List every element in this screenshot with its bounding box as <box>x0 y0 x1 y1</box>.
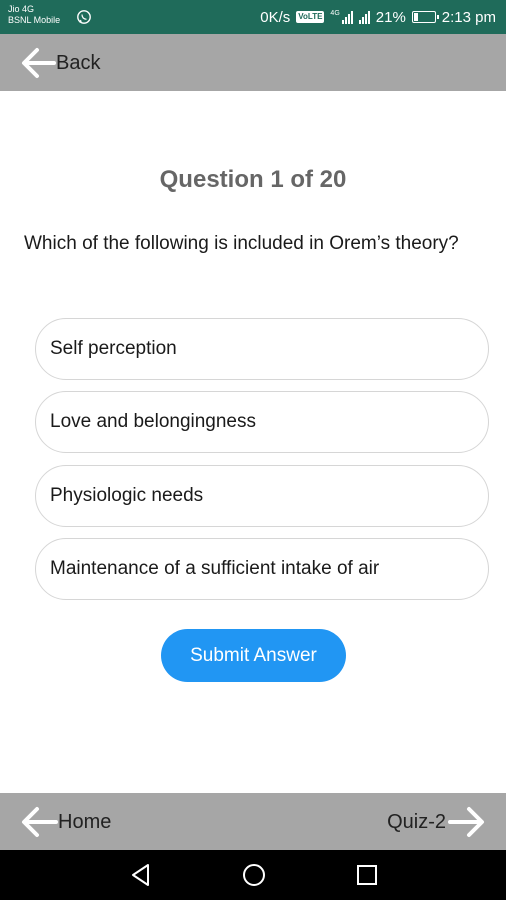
next-quiz-button[interactable]: Quiz-2 <box>387 803 486 841</box>
carrier-1: Jio 4G <box>8 4 35 14</box>
signal-icon <box>358 10 370 24</box>
status-bar: Jio 4G BSNL Mobile 0K/s VoLTE 4G 21% 2:1… <box>0 0 506 34</box>
whatsapp-icon <box>77 10 91 24</box>
question-title: Question 1 of 20 <box>159 166 347 193</box>
volte-badge: VoLTE <box>296 11 325 23</box>
back-button[interactable]: Back <box>20 44 100 82</box>
clock: 2:13 pm <box>441 8 496 26</box>
option-label: Physiologic needs <box>50 485 204 506</box>
arrow-left-icon <box>22 807 58 837</box>
app-header: Back <box>0 34 506 91</box>
battery-percent: 21% <box>375 8 406 26</box>
carrier-info: Jio 4G BSNL Mobile <box>8 4 60 26</box>
arrow-right-icon <box>448 807 484 837</box>
system-nav-bar <box>0 850 506 900</box>
carrier-2: BSNL Mobile <box>8 15 61 25</box>
next-label: Quiz-2 <box>387 810 446 833</box>
signal-icon: 4G <box>330 10 353 24</box>
battery-icon <box>411 11 439 23</box>
nav-back-icon[interactable] <box>128 862 154 888</box>
network-type: 4G <box>330 10 340 17</box>
home-label: Home <box>58 810 112 833</box>
status-indicators: 0K/s VoLTE 4G 21% 2:13 pm <box>260 0 496 34</box>
option-label: Love and belongingness <box>50 411 257 432</box>
network-speed: 0K/s <box>260 8 291 26</box>
battery-level <box>413 13 418 21</box>
option-label: Self perception <box>50 338 177 359</box>
option-label: Maintenance of a sufficient intake of ai… <box>50 558 380 579</box>
answer-option-2[interactable]: Love and belongingness <box>35 391 489 453</box>
bottom-bar: Home Quiz-2 <box>0 793 506 850</box>
answer-option-1[interactable]: Self perception <box>35 318 489 380</box>
answer-option-3[interactable]: Physiologic needs <box>35 465 489 527</box>
submit-answer-button[interactable]: Submit Answer <box>161 629 346 682</box>
nav-home-icon[interactable] <box>241 862 267 888</box>
nav-recents-icon[interactable] <box>354 862 380 888</box>
arrow-left-icon <box>22 48 56 78</box>
home-button[interactable]: Home <box>20 803 111 841</box>
answer-option-4[interactable]: Maintenance of a sufficient intake of ai… <box>35 538 489 600</box>
back-label: Back <box>56 51 101 74</box>
question-text: Which of the following is included in Or… <box>24 233 459 254</box>
